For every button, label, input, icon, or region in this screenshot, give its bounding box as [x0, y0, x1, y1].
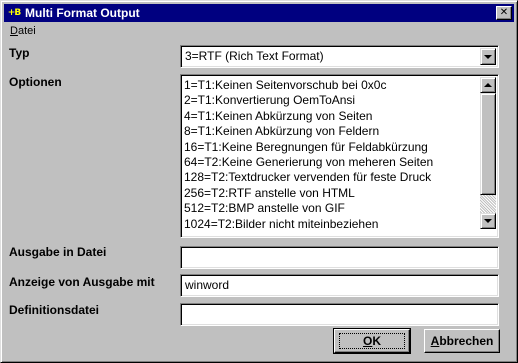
menu-item-datei[interactable]: Datei [10, 25, 36, 37]
cancel-button-label: Abbrechen [431, 334, 494, 348]
typ-label: Typ [9, 46, 30, 60]
app-icon[interactable]: +B [6, 5, 22, 21]
menu-bar: Datei [4, 23, 514, 41]
menu-item-datei-label: atei [17, 25, 36, 37]
list-item[interactable]: 2=T1:Konvertierung OemToAnsi [184, 93, 480, 108]
dialog-window: +B Multi Format Output ✕ Datei Typ 3=RTF… [0, 0, 518, 363]
anzeige-field-value: winword [185, 278, 230, 292]
cancel-button-label-rest: bbrechen [439, 334, 494, 348]
chevron-down-icon [484, 55, 492, 59]
list-item[interactable]: 16=T1:Keine Beregnungen für Feldabkürzun… [184, 140, 480, 155]
typ-combobox[interactable]: 3=RTF (Rich Text Format) [180, 45, 499, 68]
ok-button-label-rest: K [372, 334, 381, 348]
ok-button-accel: O [362, 334, 373, 348]
list-item[interactable]: 256=T2:RTF anstelle von HTML [184, 186, 480, 201]
close-button[interactable]: ✕ [496, 6, 512, 20]
ausgabe-field[interactable] [180, 246, 499, 269]
ausgabe-label: Ausgabe in Datei [9, 245, 107, 259]
definition-label: Definitionsdatei [9, 303, 100, 317]
optionen-list: 1=T1:Keinen Seitenvorschub bei 0x0c 2=T1:… [184, 78, 480, 232]
menu-item-datei-accel: D [10, 25, 18, 37]
title-bar[interactable]: +B Multi Format Output ✕ [4, 4, 514, 22]
arrow-down-icon [484, 219, 492, 223]
scroll-thumb[interactable] [480, 93, 496, 195]
anzeige-label: Anzeige von Ausgabe mit [9, 275, 155, 289]
list-item[interactable]: 128=T2:Textdrucker vervenden für feste D… [184, 170, 480, 185]
list-item[interactable]: 512=T2:BMP anstelle von GIF [184, 201, 480, 216]
typ-dropdown-button[interactable] [480, 48, 496, 65]
close-icon: ✕ [499, 7, 509, 18]
list-item[interactable]: 1024=T2:Bilder nicht miteinbeziehen [184, 217, 480, 232]
definition-field[interactable] [180, 303, 499, 326]
scroll-down-button[interactable] [480, 213, 496, 229]
optionen-label: Optionen [9, 75, 62, 89]
typ-combobox-value: 3=RTF (Rich Text Format) [185, 49, 324, 63]
list-item[interactable]: 64=T2:Keine Generierung von meheren Seit… [184, 155, 480, 170]
list-item[interactable]: 4=T1:Keinen Abkürzung von Seiten [184, 109, 480, 124]
scroll-up-button[interactable] [480, 77, 496, 93]
anzeige-field[interactable]: winword [180, 274, 499, 297]
optionen-scrollbar[interactable] [480, 77, 496, 229]
list-item[interactable]: 8=T1:Keinen Abkürzung von Feldern [184, 124, 480, 139]
window-title: Multi Format Output [25, 6, 140, 20]
ok-button-label: OK [363, 334, 381, 348]
ok-button[interactable]: OK [333, 328, 411, 354]
arrow-up-icon [484, 83, 492, 87]
optionen-listbox[interactable]: 1=T1:Keinen Seitenvorschub bei 0x0c 2=T1:… [180, 74, 499, 238]
list-item[interactable]: 1=T1:Keinen Seitenvorschub bei 0x0c [184, 78, 480, 93]
cancel-button[interactable]: Abbrechen [424, 329, 500, 353]
